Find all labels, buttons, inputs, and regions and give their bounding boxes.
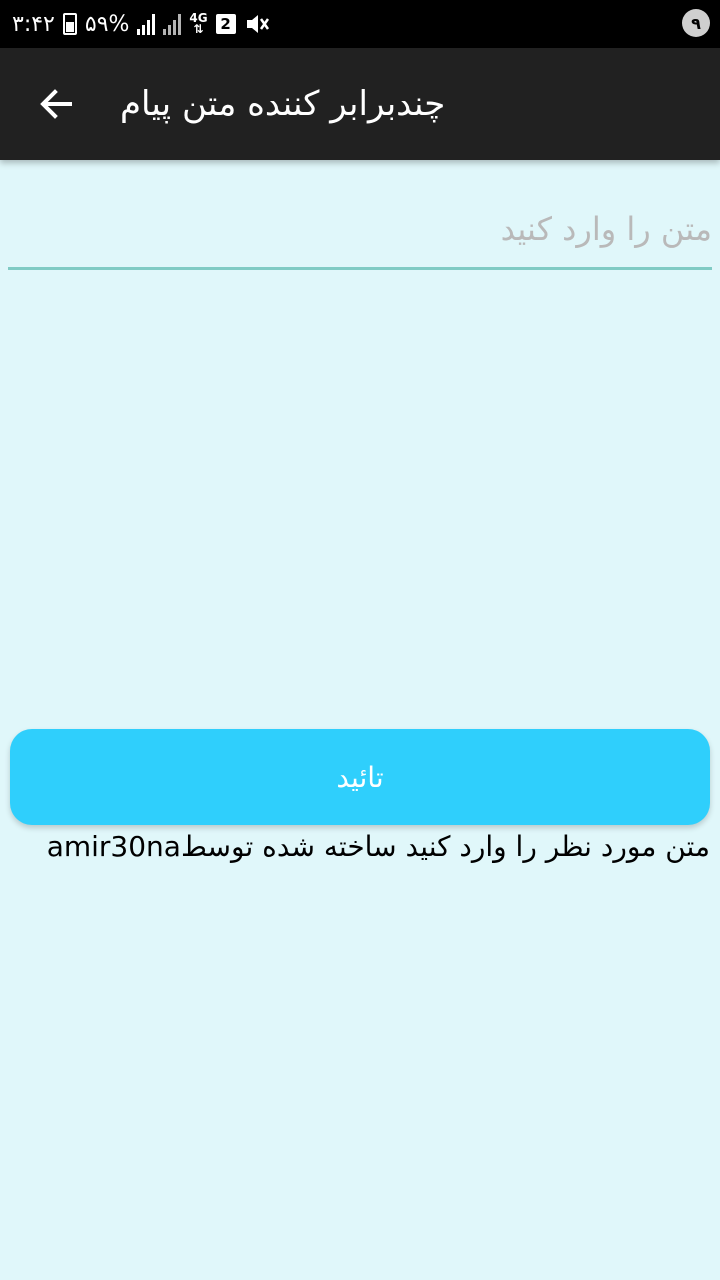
signal-icon-2 <box>163 13 182 35</box>
battery-icon <box>62 13 77 35</box>
sim-icon: 2 <box>215 14 236 34</box>
confirm-button[interactable]: تائید <box>10 729 710 825</box>
page-title: چندبرابر کننده متن پیام <box>120 84 446 124</box>
signal-icon <box>137 13 156 35</box>
status-icons: ۳:۴۲ ۵۹% 4G ⇅ 2 <box>12 0 270 48</box>
notification-badge: ۹ <box>682 9 710 37</box>
network-type-icon: 4G ⇅ <box>189 11 208 36</box>
arrow-back-icon <box>40 89 72 119</box>
app-bar: چندبرابر کننده متن پیام <box>0 48 720 160</box>
footer-caption: متن مورد نظر را وارد کنید ساخته شده توسط… <box>46 830 710 863</box>
status-time: ۳:۴۲ <box>12 11 55 37</box>
battery-percent: ۵۹% <box>84 11 130 37</box>
message-text-input[interactable] <box>8 200 712 270</box>
network-type-label: 4G <box>189 11 208 25</box>
mute-icon <box>246 15 269 33</box>
back-button[interactable] <box>28 76 84 132</box>
status-bar: ۳:۴۲ ۵۹% 4G ⇅ 2 ۹ <box>0 0 720 48</box>
